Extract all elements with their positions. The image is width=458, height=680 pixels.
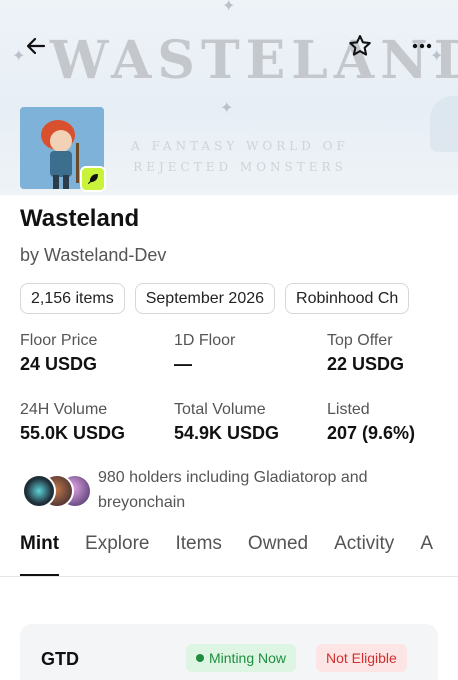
banner-subtitle: A FANTASY WORLD OF REJECTED MONSTERS	[131, 139, 349, 174]
holders-summary[interactable]: 980 holders including Gladiatorop and br…	[98, 465, 428, 515]
feather-badge-icon	[88, 174, 98, 184]
items-count-chip: 2,156 items	[20, 283, 125, 314]
collection-tabs: Mint Explore Items Owned Activity A	[20, 533, 433, 577]
stat-listed: Listed 207 (9.6%)	[327, 400, 415, 444]
arrow-left-icon	[26, 37, 46, 55]
stat-value: 54.9K USDG	[174, 423, 280, 443]
stat-label: Total Volume	[174, 401, 266, 418]
sparkle-icon: ✦	[220, 100, 234, 117]
collection-name: Wasteland	[20, 205, 140, 232]
stat-value: 55.0K USDG	[20, 423, 126, 443]
info-chips: 2,156 items September 2026 Robinhood Ch	[20, 283, 410, 314]
tab-items[interactable]: Items	[175, 533, 221, 577]
stat-value: 24 USDG	[20, 354, 98, 374]
holder-avatars[interactable]	[22, 474, 92, 508]
verified-badge	[80, 166, 106, 192]
star-outline-icon	[349, 35, 371, 56]
stat-24h-volume: 24H Volume 55.0K USDG	[20, 400, 125, 444]
stat-value: —	[174, 354, 192, 374]
mint-phase-card[interactable]: GTD Minting Now Not Eligible	[20, 624, 438, 680]
collection-creator[interactable]: by Wasteland-Dev	[20, 245, 166, 266]
stat-label: 1D Floor	[174, 332, 236, 349]
mint-phase-name: GTD	[41, 649, 79, 669]
stat-total-volume: Total Volume 54.9K USDG	[174, 400, 279, 444]
banner-title: WASTELAND	[50, 30, 458, 91]
stat-1d-floor: 1D Floor —	[174, 331, 235, 375]
tab-owned[interactable]: Owned	[248, 533, 308, 577]
status-dot-icon	[196, 654, 204, 662]
more-horizontal-icon	[412, 43, 432, 49]
stat-top-offer: Top Offer 22 USDG	[327, 331, 404, 375]
stat-value: 207 (9.6%)	[327, 423, 416, 443]
minting-status-badge: Minting Now	[186, 644, 297, 672]
minting-status-label: Minting Now	[209, 650, 287, 666]
date-chip: September 2026	[134, 283, 276, 314]
stat-label: Listed	[327, 401, 370, 418]
chain-chip: Robinhood Ch	[285, 283, 410, 314]
tabs-divider	[0, 576, 458, 577]
stat-label: Top Offer	[327, 332, 393, 349]
stat-floor-price: Floor Price 24 USDG	[20, 331, 97, 375]
favorite-button[interactable]	[344, 30, 376, 62]
back-button[interactable]	[20, 30, 52, 62]
tab-overflow[interactable]: A	[420, 533, 433, 577]
sparkle-icon: ✦	[222, 0, 236, 15]
stat-label: Floor Price	[20, 332, 98, 349]
tab-activity[interactable]: Activity	[334, 533, 394, 577]
tab-mint[interactable]: Mint	[20, 533, 60, 577]
avatar	[22, 474, 56, 508]
banner-monster-illustration	[430, 96, 458, 152]
tab-explore[interactable]: Explore	[85, 533, 149, 577]
more-options-button[interactable]	[406, 30, 438, 62]
stat-label: 24H Volume	[20, 401, 108, 418]
stat-value: 22 USDG	[327, 354, 405, 374]
eligibility-badge: Not Eligible	[316, 644, 407, 672]
